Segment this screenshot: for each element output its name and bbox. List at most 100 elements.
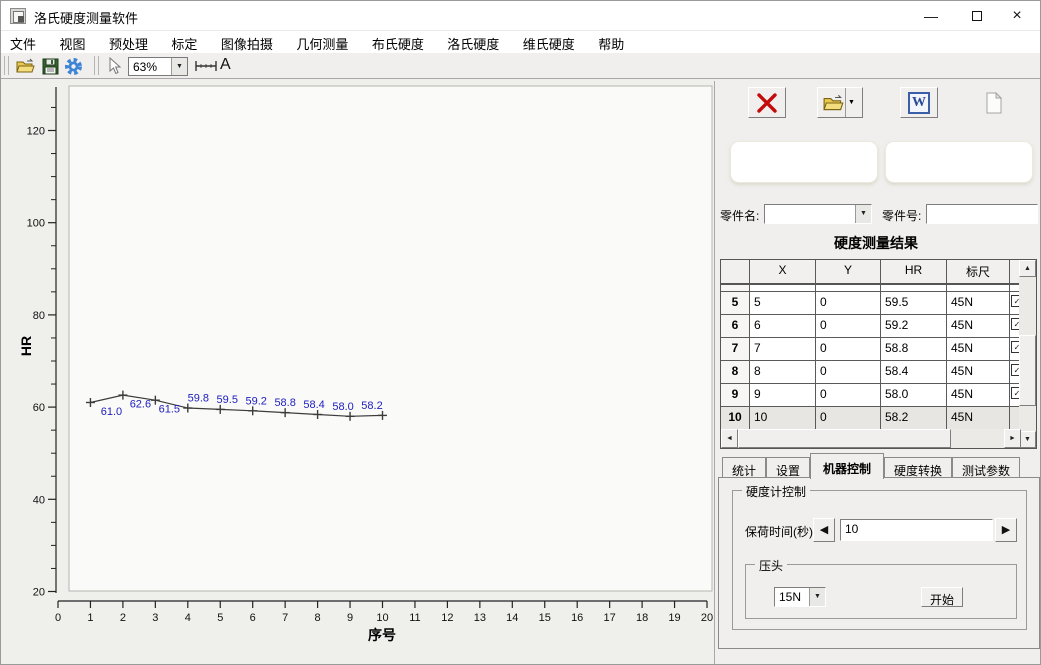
cell-hr: 59.2 <box>881 315 947 338</box>
svg-text:8: 8 <box>315 612 321 624</box>
cell-scale: 45N <box>947 407 1010 430</box>
minimize-button[interactable]: — <box>908 1 954 31</box>
delete-record-button[interactable] <box>748 87 786 118</box>
svg-text:9: 9 <box>347 612 353 624</box>
tab-hardness-conversion[interactable]: 硬度转换 <box>884 457 952 479</box>
text-annotation-button[interactable]: A <box>220 56 231 74</box>
settings-button[interactable] <box>62 56 84 76</box>
table-row[interactable]: 5 5 0 59.5 45N ✓ <box>721 292 1021 315</box>
part-name-combobox[interactable]: ▼ <box>764 204 872 224</box>
cell-y: 0 <box>816 315 881 338</box>
svg-text:0: 0 <box>55 612 61 624</box>
cell-x: 9 <box>750 384 816 407</box>
ruler-icon <box>194 60 218 72</box>
menubar: 文件 视图 预处理 标定 图像拍摄 几何测量 布氏硬度 洛氏硬度 维氏硬度 帮助 <box>1 31 1040 53</box>
zoom-level-combobox[interactable]: 63% ▼ <box>128 57 188 76</box>
open-report-button[interactable]: ▼ <box>817 87 863 118</box>
open-file-button[interactable] <box>15 56 37 76</box>
table-row[interactable]: 8 8 0 58.4 45N ✓ <box>721 361 1021 384</box>
tester-control-groupbox: 硬度计控制 保荷时间(秒) ◀ 10 ▶ 压头 15N ▼ 开始 <box>732 490 1027 630</box>
svg-text:1: 1 <box>87 612 93 624</box>
tab-settings[interactable]: 设置 <box>766 457 810 479</box>
data-point-label: 61.0 <box>101 406 122 418</box>
cell-scale: 45N <box>947 361 1010 384</box>
svg-text:19: 19 <box>668 612 680 624</box>
svg-text:18: 18 <box>636 612 648 624</box>
cell-x: 7 <box>750 338 816 361</box>
tab-test-parameters[interactable]: 测试参数 <box>952 457 1020 479</box>
display-panel-left <box>730 141 878 183</box>
part-number-label: 零件号: <box>882 207 921 224</box>
table-row-partial <box>721 285 1021 292</box>
cell-y: 0 <box>816 407 881 430</box>
data-point-label: 59.5 <box>217 394 238 406</box>
chevron-down-icon[interactable]: ▼ <box>171 58 187 75</box>
cell-x: 5 <box>750 292 816 315</box>
svg-text:40: 40 <box>33 494 45 506</box>
svg-text:15: 15 <box>539 612 551 624</box>
cell-hr: 58.8 <box>881 338 947 361</box>
tester-control-group-title: 硬度计控制 <box>742 483 810 500</box>
chevron-down-icon[interactable]: ▼ <box>809 588 825 606</box>
table-vscroll-thumb[interactable] <box>1019 335 1036 406</box>
cursor-arrow-icon <box>108 57 122 75</box>
data-point-label: 58.4 <box>303 399 324 411</box>
indenter-group-title: 压头 <box>755 557 787 574</box>
svg-text:60: 60 <box>33 402 45 414</box>
svg-text:80: 80 <box>33 310 45 322</box>
measure-tool-button[interactable] <box>193 56 219 76</box>
cell-y: 0 <box>816 338 881 361</box>
tab-statistics[interactable]: 统计 <box>722 457 766 479</box>
data-point-label: 59.8 <box>188 393 209 405</box>
svg-text:20: 20 <box>701 612 713 624</box>
results-title: 硬度测量结果 <box>715 233 1037 253</box>
maximize-icon <box>972 11 982 21</box>
cell-rownum: 8 <box>721 361 750 384</box>
svg-text:100: 100 <box>27 218 45 230</box>
delete-x-icon <box>756 93 778 113</box>
header-y: Y <box>816 260 881 285</box>
indenter-groupbox: 压头 15N ▼ 开始 <box>745 564 1017 619</box>
part-number-input[interactable] <box>926 204 1038 224</box>
cell-y: 0 <box>816 384 881 407</box>
display-panel-right <box>885 141 1033 183</box>
tab-machine-control[interactable]: 机器控制 <box>810 453 884 479</box>
y-axis-label: HR <box>18 336 34 356</box>
chevron-down-icon[interactable]: ▼ <box>855 205 871 223</box>
hold-time-increase-button[interactable]: ▶ <box>995 518 1017 542</box>
start-button[interactable]: 开始 <box>921 587 963 607</box>
table-row[interactable]: 7 7 0 58.8 45N ✓ <box>721 338 1021 361</box>
part-name-label: 零件名: <box>720 207 759 224</box>
table-scroll-right-button[interactable]: ► <box>1004 429 1021 448</box>
data-point-label: 58.8 <box>274 397 295 409</box>
table-scroll-left-button[interactable]: ◄ <box>721 429 738 448</box>
cell-hr: 58.4 <box>881 361 947 384</box>
save-floppy-icon <box>42 58 59 75</box>
svg-text:11: 11 <box>409 612 420 624</box>
chevron-down-icon[interactable]: ▼ <box>845 88 857 117</box>
data-point-label: 61.5 <box>159 404 180 416</box>
cell-y: 0 <box>816 292 881 315</box>
table-row[interactable]: 6 6 0 59.2 45N ✓ <box>721 315 1021 338</box>
table-row[interactable]: 9 9 0 58.0 45N ✓ <box>721 384 1021 407</box>
cell-scale: 45N <box>947 292 1010 315</box>
export-word-button[interactable]: W <box>900 87 938 118</box>
save-button[interactable] <box>39 56 61 76</box>
table-row-selected[interactable]: 10 10 0 58.2 45N <box>721 407 1021 430</box>
cell-x: 10 <box>750 407 816 430</box>
hold-time-decrease-button[interactable]: ◀ <box>813 518 835 542</box>
svg-text:7: 7 <box>282 612 288 624</box>
table-hscroll-thumb[interactable] <box>738 429 951 448</box>
indenter-combobox[interactable]: 15N ▼ <box>774 587 826 607</box>
table-scroll-up-button[interactable]: ▲ <box>1019 260 1036 277</box>
table-scroll-down-button[interactable]: ▼ <box>1019 431 1036 448</box>
word-document-icon: W <box>908 92 930 114</box>
app-window: 洛氏硬度测量软件 — × 文件 视图 预处理 标定 图像拍摄 几何测量 布氏硬度… <box>0 0 1041 665</box>
close-button[interactable]: × <box>994 1 1040 31</box>
svg-text:16: 16 <box>571 612 583 624</box>
new-document-button[interactable] <box>975 87 1013 118</box>
select-cursor-button[interactable] <box>104 56 126 76</box>
toolbar-separator <box>4 56 9 75</box>
header-x: X <box>750 260 816 285</box>
hold-time-input[interactable]: 10 <box>840 519 993 541</box>
